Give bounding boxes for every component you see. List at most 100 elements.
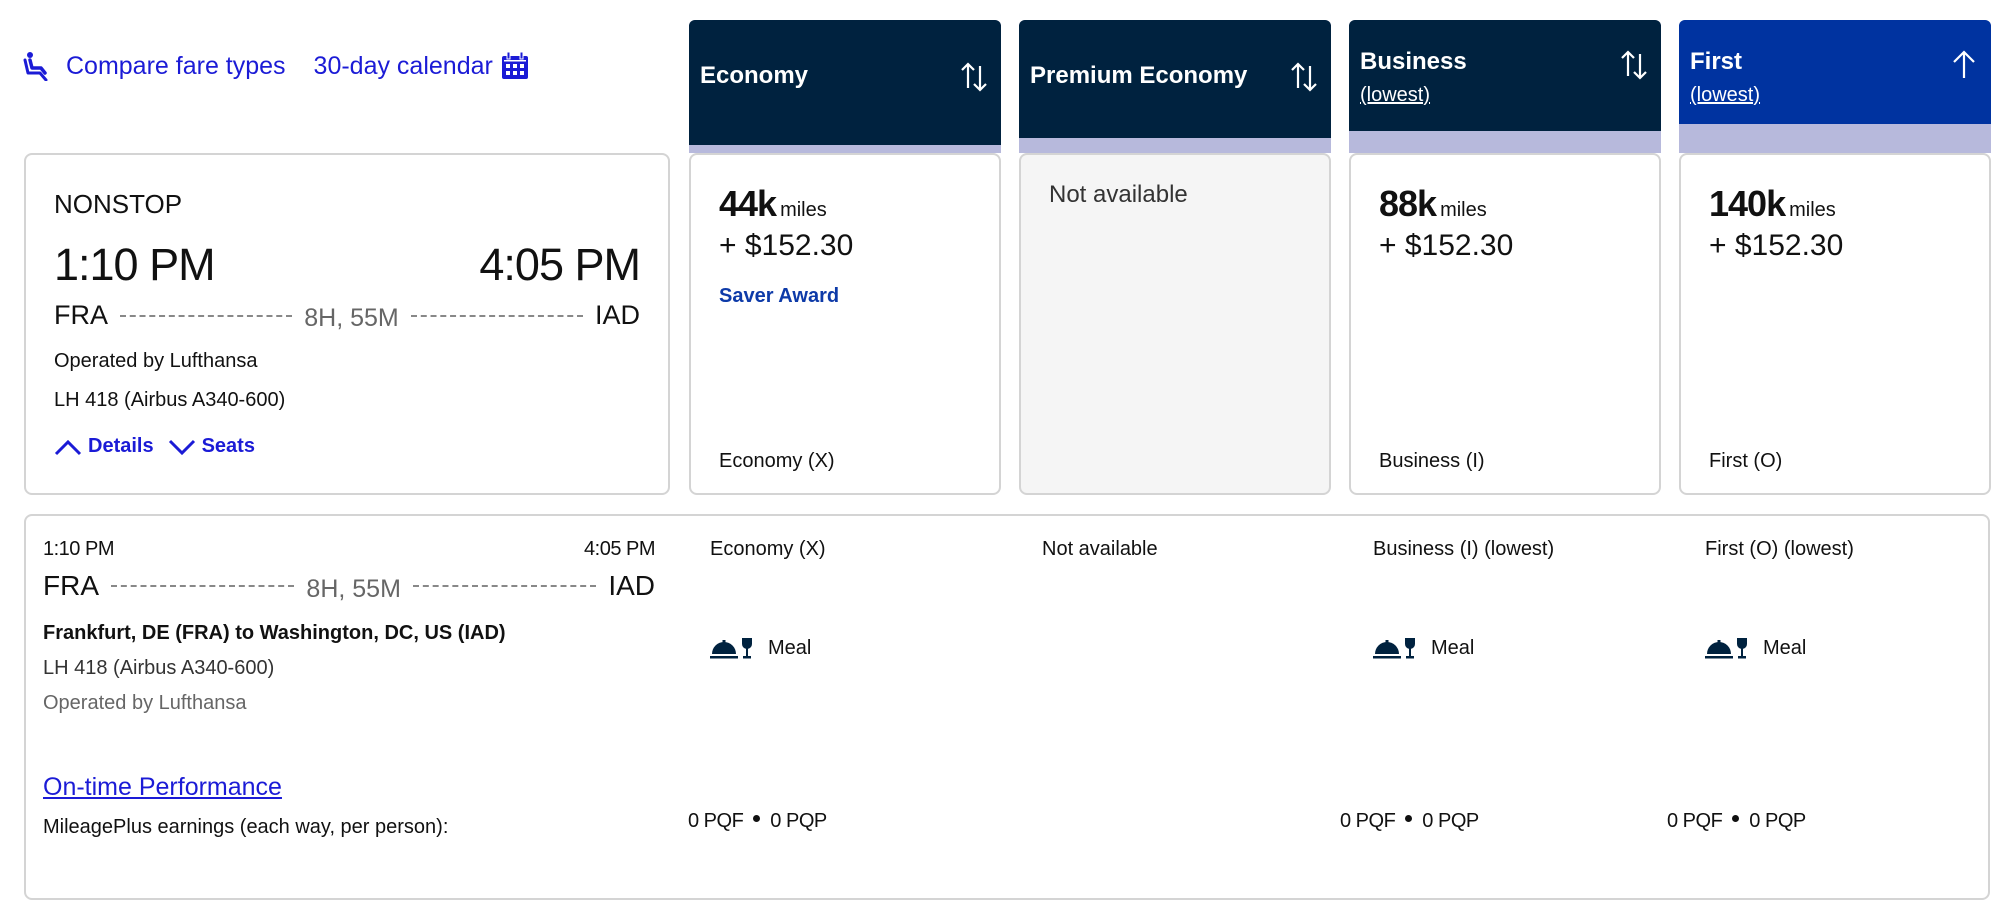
pqf-value: 0 PQF [1667, 810, 1723, 832]
fare-card-premium-economy: Not available [1019, 153, 1331, 495]
arrive-time: 4:05 PM [479, 239, 641, 290]
meal-label: Meal [1431, 636, 1475, 659]
miles-amount: 140k [1709, 183, 1786, 224]
origin-code: FRA [54, 300, 108, 330]
flight-times: 1:10 PM 4:05 PM [54, 239, 641, 291]
fare-column-economy: Economy 44k miles + $152.30 Saver Award E… [689, 20, 1001, 495]
cash-price: + $152.30 [719, 229, 854, 262]
route-line [120, 314, 293, 317]
details-label: Details [88, 435, 154, 457]
operated-by: Operated by Lufthansa [54, 350, 258, 372]
miles-unit: miles [1789, 199, 1836, 221]
detail-origin: FRA [43, 570, 99, 601]
fare-column-business: Business (lowest) 88k miles + $152.30 Bus… [1349, 20, 1661, 495]
meal-business: Meal [1373, 636, 1474, 660]
cash-price: + $152.30 [1379, 229, 1514, 262]
detail-cities: Frankfurt, DE (FRA) to Washington, DC, U… [43, 622, 506, 644]
detail-arrive-time: 4:05 PM [584, 538, 655, 560]
fare-header-title: Premium Economy [1030, 62, 1248, 89]
miles-price: 140k miles [1709, 183, 1836, 225]
miles-price: 88k miles [1379, 183, 1487, 225]
fare-card-economy[interactable]: 44k miles + $152.30 Saver Award Economy (… [689, 153, 1001, 495]
separator-dot [1732, 815, 1740, 822]
compare-fare-types-link[interactable]: Compare fare types [22, 51, 286, 81]
detail-times: 1:10 PM 4:05 PM [43, 538, 655, 561]
flight-route: FRA 8H, 55M IAD [54, 300, 640, 332]
earnings-business: 0 PQF 0 PQP [1340, 810, 1479, 833]
route-line [410, 314, 583, 317]
top-links: Compare fare types 30-day calendar [22, 46, 529, 86]
fare-header-business[interactable]: Business (lowest) [1349, 20, 1661, 153]
cash-price: + $152.30 [1709, 229, 1844, 262]
pqp-value: 0 PQP [770, 810, 827, 832]
chevron-down-icon [168, 439, 195, 455]
fare-header-economy[interactable]: Economy [689, 20, 1001, 153]
miles-price: 44k miles [719, 183, 827, 225]
miles-unit: miles [1440, 199, 1487, 221]
calendar-link[interactable]: 30-day calendar [314, 52, 529, 81]
fare-header-lowest[interactable]: (lowest) [1360, 84, 1430, 107]
chevron-up-icon [54, 439, 82, 455]
fare-header-title: Economy [700, 62, 809, 89]
fare-header-premium-economy[interactable]: Premium Economy [1019, 20, 1331, 153]
separator-dot [1405, 815, 1413, 822]
detail-destination: IAD [608, 570, 656, 601]
pqf-value: 0 PQF [688, 810, 744, 832]
details-toggle[interactable]: Details [54, 435, 154, 458]
pqp-value: 0 PQP [1422, 810, 1479, 832]
seat-icon [23, 52, 48, 81]
miles-amount: 44k [719, 183, 777, 224]
not-available-label: Not available [1049, 181, 1188, 208]
miles-unit: miles [780, 199, 827, 221]
detail-fare-class-premium-economy: Not available [1042, 538, 1158, 560]
saver-award-badge: Saver Award [719, 285, 840, 307]
sort-up-icon [1953, 50, 1975, 78]
sort-up-down-icon [1621, 50, 1647, 80]
on-time-performance-link[interactable]: On-time Performance [43, 773, 282, 802]
fare-class: Economy (X) [719, 450, 835, 472]
fare-card-first[interactable]: 140k miles + $152.30 First (O) [1679, 153, 1991, 495]
detail-flight-number: LH 418 (Airbus A340-600) [43, 657, 275, 679]
pqp-value: 0 PQP [1749, 810, 1806, 832]
earnings-label: MileagePlus earnings (each way, per pers… [43, 816, 449, 838]
fare-card-business[interactable]: 88k miles + $152.30 Business (I) [1349, 153, 1661, 495]
flight-number: LH 418 (Airbus A340-600) [54, 389, 286, 411]
miles-amount: 88k [1379, 183, 1437, 224]
meal-icon [1373, 638, 1415, 659]
expand-links: Details Seats [54, 435, 269, 458]
earnings-economy: 0 PQF 0 PQP [688, 810, 827, 833]
stops-label: NONSTOP [54, 189, 183, 219]
detail-route: FRA 8H, 55M IAD [43, 570, 656, 603]
detail-operated-by: Operated by Lufthansa [43, 692, 247, 714]
route-line [412, 585, 597, 587]
pqf-value: 0 PQF [1340, 810, 1396, 832]
separator-dot [753, 815, 761, 822]
sort-up-down-icon [1291, 62, 1317, 92]
meal-icon [1705, 638, 1747, 659]
flight-summary-card: NONSTOP 1:10 PM 4:05 PM FRA 8H, 55M IAD … [24, 153, 670, 495]
detail-fare-class-business: Business (I) (lowest) [1373, 538, 1555, 560]
seats-toggle[interactable]: Seats [168, 435, 255, 458]
meal-first: Meal [1705, 636, 1806, 660]
destination-code: IAD [594, 300, 640, 330]
duration: 8H, 55M [304, 304, 399, 332]
fare-header-title: Business [1360, 48, 1467, 75]
fare-header-lowest[interactable]: (lowest) [1690, 84, 1760, 107]
sort-up-down-icon [961, 62, 987, 92]
fare-header-title: First [1690, 48, 1743, 75]
fare-header-first[interactable]: First (lowest) [1679, 20, 1991, 153]
meal-icon [710, 638, 752, 659]
detail-duration: 8H, 55M [306, 574, 401, 603]
detail-fare-class-economy: Economy (X) [710, 538, 826, 560]
detail-fare-class-first: First (O) (lowest) [1705, 538, 1854, 560]
meal-label: Meal [1763, 636, 1807, 659]
fare-column-first: First (lowest) 140k miles + $152.30 First… [1679, 20, 1991, 495]
meal-label: Meal [768, 636, 812, 659]
calendar-label: 30-day calendar [313, 51, 493, 80]
route-line [111, 585, 295, 587]
meal-economy: Meal [710, 636, 811, 660]
compare-fare-types-label: Compare fare types [66, 51, 286, 80]
depart-time: 1:10 PM [54, 239, 216, 290]
detail-depart-time: 1:10 PM [43, 538, 114, 560]
fare-class: Business (I) [1379, 450, 1485, 472]
